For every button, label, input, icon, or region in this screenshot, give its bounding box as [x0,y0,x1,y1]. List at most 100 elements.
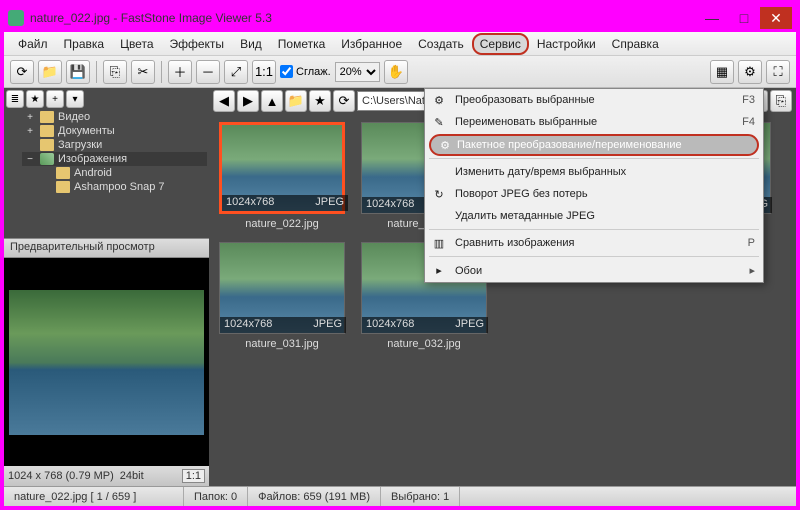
zoom-in-button[interactable]: ＋ [168,60,192,84]
menu-item-icon: ✎ [431,114,447,130]
menu-item[interactable]: ✎Переименовать выбранныеF4 [425,111,763,133]
thumb-filename: nature_031.jpg [245,338,318,350]
menu-item[interactable]: Изменить дату/время выбранных [425,161,763,183]
menu-вид[interactable]: Вид [232,33,270,55]
tree-toggle-button[interactable]: ≣ [6,90,24,108]
zoom-out-button[interactable]: － [196,60,220,84]
main-area: ≣ ★ + ▾ +Видео+ДокументыЗагрузки−Изображ… [4,88,796,486]
window-title: nature_022.jpg - FastStone Image Viewer … [30,11,696,25]
status-files: Файлов: 659 (191 MB) [248,487,381,506]
menu-цвета[interactable]: Цвета [112,33,161,55]
menu-shortcut: F4 [742,116,755,128]
tree-item-загрузки[interactable]: Загрузки [22,138,207,152]
tree-item-документы[interactable]: + Документы [22,124,207,138]
nav-up-button[interactable]: ▲ [261,90,283,112]
menu-item[interactable]: ▥ Сравнить изображения P [425,232,763,254]
menu-item-icon: ⚙ [431,92,447,108]
preview-pane[interactable] [4,258,209,466]
submenu-arrow-icon: ▸ [749,264,755,277]
nav-forward-button[interactable]: ▶ [237,90,259,112]
tree-toolbar: ≣ ★ + ▾ [4,88,209,108]
zoom-fit-button[interactable]: ⤢ [224,60,248,84]
expand-icon[interactable]: + [24,112,36,123]
refresh-button[interactable]: ⟳ [10,60,34,84]
tree-label: Изображения [58,153,127,165]
fullscreen-button[interactable]: ⛶ [766,60,790,84]
save-button[interactable]: 💾 [66,60,90,84]
expand-icon[interactable]: − [24,154,36,165]
nav-refresh-button[interactable]: ⟳ [333,90,355,112]
tree-item-ashampoo snap 7[interactable]: Ashampoo Snap 7 [38,180,207,194]
menu-item-icon: ▸ [431,263,447,279]
menu-item-label: Сравнить изображения [455,237,574,249]
nav-back-button[interactable]: ◀ [213,90,235,112]
hand-tool-button[interactable]: ✋ [384,60,408,84]
thumb-format: JPEG [315,196,344,210]
zoom-select[interactable]: 20% [335,62,380,82]
status-selected: Выбрано: 1 [381,487,460,506]
menu-создать[interactable]: Создать [410,33,472,55]
menu-separator [429,256,759,257]
smoothing-checkbox[interactable] [280,65,293,78]
open-button[interactable]: 📁 [38,60,62,84]
menu-пометка[interactable]: Пометка [270,33,334,55]
tree-label: Документы [58,125,115,137]
menu-эффекты[interactable]: Эффекты [162,33,233,55]
nav-star-button[interactable]: ★ [309,90,331,112]
menu-item-label: Изменить дату/время выбранных [455,166,626,178]
menu-сервис[interactable]: Сервис [472,33,529,55]
folder-ops-button[interactable]: ▾ [66,90,84,108]
titlebar: nature_022.jpg - FastStone Image Viewer … [4,4,796,32]
menu-файл[interactable]: Файл [10,33,56,55]
thumb-image: 1024x768JPEG [219,122,345,214]
preview-zoom-ratio[interactable]: 1:1 [182,469,205,483]
preview-statusbar: 1024 x 768 (0.79 MP) 24bit 1:1 [4,466,209,486]
menu-правка[interactable]: Правка [56,33,113,55]
zoom-actual-button[interactable]: 1:1 [252,60,276,84]
tree-label: Загрузки [58,139,102,151]
menu-item[interactable]: ↻Поворот JPEG без потерь [425,183,763,205]
main-toolbar: ⟳ 📁 💾 ⎘ ✂ ＋ － ⤢ 1:1 Сглаж. 20% ✋ ▦ ⚙ ⛶ [4,56,796,88]
close-button[interactable]: ✕ [760,7,792,29]
status-folders: Папок: 0 [184,487,248,506]
folder-icon [40,111,54,123]
tree-item-android[interactable]: Android [38,166,207,180]
favorites-button[interactable]: ★ [26,90,44,108]
folder-tree[interactable]: +Видео+ДокументыЗагрузки−ИзображенияAndr… [4,108,209,238]
thumb-format: JPEG [313,318,342,332]
maximize-button[interactable]: □ [728,7,760,29]
tree-item-видео[interactable]: +Видео [22,110,207,124]
menu-shortcut: F3 [742,94,755,106]
thumbnail-nature_031.jpg[interactable]: 1024x768 JPEG nature_031.jpg [217,242,347,350]
menu-настройки[interactable]: Настройки [529,33,604,55]
thumb-image: 1024x768 JPEG [219,242,345,334]
folder-icon [40,139,54,151]
menu-item-icon: ▥ [431,235,447,251]
path-copy-button[interactable]: ⎘ [770,90,792,112]
menu-item[interactable]: ▸Обои▸ [425,259,763,282]
folder-icon [56,181,70,193]
cut-button[interactable]: ✂ [131,60,155,84]
thumb-dims: 1024x768 [224,318,272,332]
preview-dimensions: 1024 x 768 (0.79 MP) [8,470,114,482]
menu-item-label: Удалить метаданные JPEG [455,210,595,222]
plus-folder-button[interactable]: + [46,90,64,108]
nav-folder-button[interactable]: 📁 [285,90,307,112]
menu-shortcut: P [748,237,755,249]
menu-справка[interactable]: Справка [604,33,667,55]
thumb-filename: nature_032.jpg [387,338,460,350]
menu-избранное[interactable]: Избранное [333,33,410,55]
options-button[interactable]: ⚙ [738,60,762,84]
copy-button[interactable]: ⎘ [103,60,127,84]
thumb-filename: nature_022.jpg [245,218,318,230]
menu-item[interactable]: ⚙Пакетное преобразование/переименование [429,134,759,156]
menu-item[interactable]: ⚙Преобразовать выбранныеF3 [425,89,763,111]
grid-view-button[interactable]: ▦ [710,60,734,84]
tree-label: Ashampoo Snap 7 [74,181,165,193]
thumbnail-nature_022.jpg[interactable]: 1024x768JPEG nature_022.jpg [217,122,347,230]
minimize-button[interactable]: — [696,7,728,29]
menu-item[interactable]: Удалить метаданные JPEG [425,205,763,227]
expand-icon[interactable]: + [24,126,36,137]
tree-item-изображения[interactable]: − Изображения [22,152,207,166]
smoothing-toggle[interactable]: Сглаж. [280,65,331,78]
